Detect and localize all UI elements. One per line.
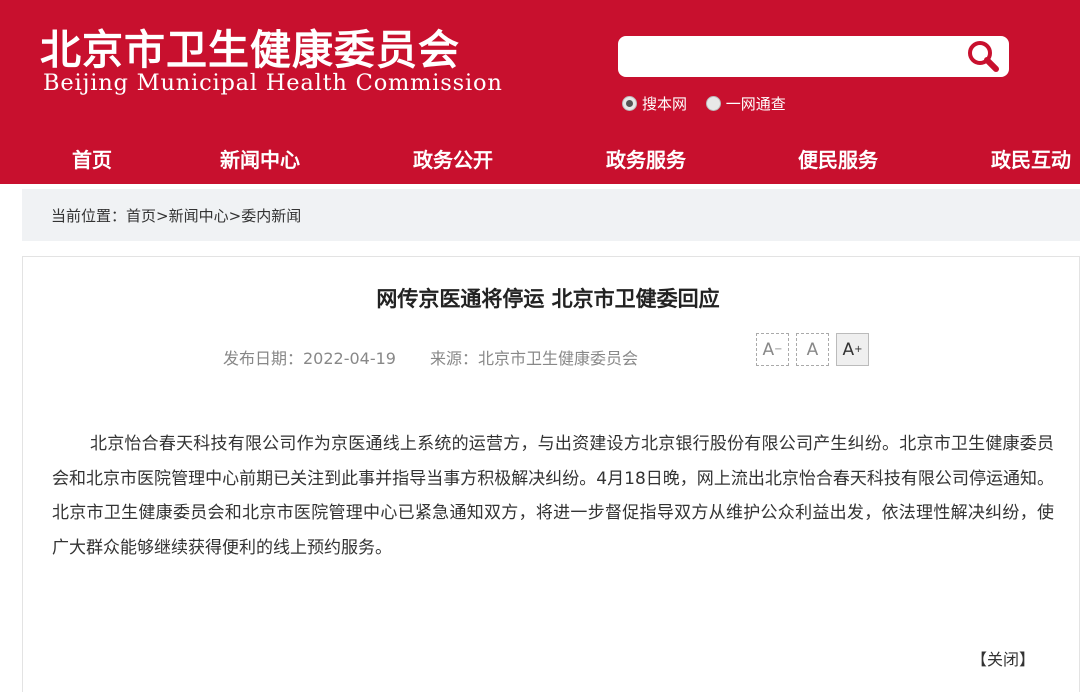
article-source: 来源：北京市卫生健康委员会 xyxy=(430,349,639,368)
article-panel: 网传京医通将停运 北京市卫健委回应 发布日期：2022-04-19 来源：北京市卫… xyxy=(22,256,1080,692)
article-body: 北京怡合春天科技有限公司作为京医通线上系统的运营方，与出资建设方北京银行股份有限… xyxy=(52,434,1054,558)
breadcrumb-internal-news[interactable]: 委内新闻 xyxy=(241,207,301,225)
breadcrumb-separator: > xyxy=(228,207,242,225)
breadcrumb-prefix: 当前位置： xyxy=(51,207,127,225)
search-icon xyxy=(968,41,999,72)
radio-unselected-icon[interactable] xyxy=(705,96,721,111)
breadcrumb-separator: > xyxy=(156,207,169,225)
article-date: 发布日期：2022-04-19 xyxy=(223,349,396,368)
search-input[interactable] xyxy=(630,42,950,71)
breadcrumb-bar: 当前位置：首页>新闻中心>委内新闻 xyxy=(22,189,1080,241)
font-decrease-letter: A xyxy=(762,339,775,360)
nav-item-public-services[interactable]: 便民服务 xyxy=(798,144,878,173)
search-button[interactable] xyxy=(963,38,1003,75)
search-scope-site-label: 搜本网 xyxy=(642,95,688,113)
nav-item-home[interactable]: 首页 xyxy=(72,144,112,173)
site-logo-chinese[interactable]: 北京市卫生健康委员会 xyxy=(40,16,460,76)
font-increase-button[interactable]: A + xyxy=(836,333,869,366)
search-scope-all-label: 一网通查 xyxy=(725,95,786,113)
search-box xyxy=(618,36,1009,77)
site-header: 北京市卫生健康委员会 Beijing Municipal Health Comm… xyxy=(0,0,1080,184)
breadcrumb-news[interactable]: 新闻中心 xyxy=(169,207,229,225)
close-button[interactable]: 【关闭】 xyxy=(971,646,1035,670)
breadcrumb: 当前位置：首页>新闻中心>委内新闻 xyxy=(51,205,301,226)
search-scope-options: 搜本网 一网通查 xyxy=(622,93,800,115)
site-logo-english[interactable]: Beijing Municipal Health Commission xyxy=(43,70,503,96)
font-normal-letter: A xyxy=(806,339,819,360)
nav-item-news[interactable]: 新闻中心 xyxy=(220,144,300,173)
radio-selected-icon[interactable] xyxy=(622,96,637,111)
font-normal-button[interactable]: A xyxy=(796,333,829,366)
breadcrumb-home[interactable]: 首页 xyxy=(126,207,156,225)
font-decrease-button[interactable]: A − xyxy=(756,333,789,366)
nav-item-government-services[interactable]: 政务服务 xyxy=(606,144,686,173)
font-increase-letter: A xyxy=(842,339,855,360)
search-scope-all[interactable]: 一网通查 xyxy=(705,93,786,114)
article-meta: 发布日期：2022-04-19 来源：北京市卫生健康委员会 xyxy=(223,345,638,369)
nav-item-government-info[interactable]: 政务公开 xyxy=(413,144,493,173)
article-title: 网传京医通将停运 北京市卫健委回应 xyxy=(376,287,720,311)
nav-item-interaction[interactable]: 政民互动 xyxy=(991,144,1071,173)
search-scope-site[interactable]: 搜本网 xyxy=(622,93,687,114)
main-nav: 首页 新闻中心 政务公开 政务服务 便民服务 政民互动 xyxy=(0,138,1080,180)
